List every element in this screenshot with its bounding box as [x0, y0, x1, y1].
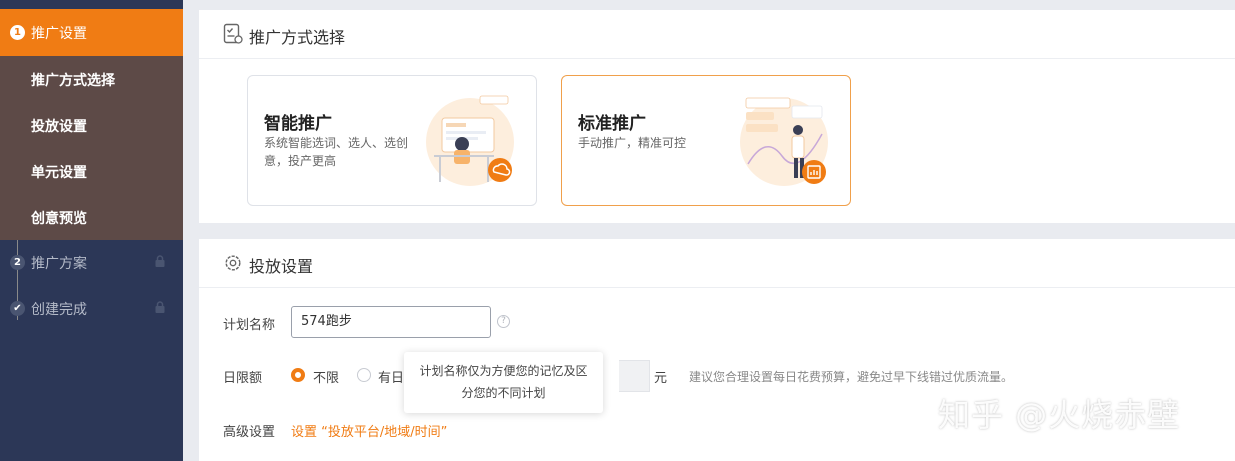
budget-hint: 建议您合理设置每日花费预算，避免过早下线错过优质流量。 — [689, 370, 1014, 384]
sidebar-top — [0, 0, 183, 9]
card-title: 推广方式选择 — [249, 28, 346, 47]
watermark: 知乎 @火烧赤壁 — [938, 396, 1181, 434]
sub-item-promo-method[interactable]: 推广方式选择 — [31, 70, 115, 90]
plan-name-tooltip: 计划名称仅为方便您的记忆及区分您的不同计划 — [404, 352, 603, 413]
step-label: 推广设置 — [31, 26, 87, 42]
plan-name-input[interactable]: 574跑步 — [291, 306, 491, 338]
daily-budget-input[interactable] — [619, 360, 650, 392]
sidebar: 1 推广设置 推广方式选择 投放设置 单元设置 创意预览 2 推广方案 ✔ 创建… — [0, 0, 183, 461]
lock-icon — [155, 255, 165, 267]
currency-unit: 元 — [654, 371, 668, 386]
option-standard-promo[interactable]: 标准推广 手动推广，精准可控 — [561, 75, 851, 206]
radio-daily-budget[interactable] — [357, 368, 371, 382]
advanced-settings-label: 高级设置 — [223, 425, 276, 440]
help-icon[interactable]: ? — [497, 315, 510, 328]
step-complete[interactable]: ✔ 创建完成 — [0, 286, 183, 332]
standard-promo-illustration — [740, 97, 828, 186]
smart-promo-illustration — [426, 95, 514, 186]
step-sub-menu: 推广方式选择 投放设置 单元设置 创意预览 — [0, 56, 183, 240]
radio-unlimited[interactable] — [291, 368, 305, 382]
card-header: 投放设置 — [199, 239, 1235, 288]
option-title: 标准推广 — [578, 114, 646, 134]
daily-limit-label: 日限额 — [223, 371, 263, 386]
promo-method-card: 推广方式选择 智能推广 系统智能选词、选人、选创意，投产更高 标准推广 手动推广… — [199, 10, 1235, 223]
step-label: 创建完成 — [31, 302, 87, 318]
lock-icon — [155, 301, 165, 313]
checklist-icon — [223, 23, 243, 44]
radio-unlimited-label[interactable]: 不限 — [313, 367, 339, 386]
option-desc: 系统智能选词、选人、选创意，投产更高 — [264, 136, 409, 168]
sub-item-delivery[interactable]: 投放设置 — [31, 116, 87, 136]
gear-icon — [225, 255, 241, 271]
step-promo-settings[interactable]: 1 推广设置 — [0, 9, 183, 56]
option-desc: 手动推广，精准可控 — [578, 136, 687, 150]
check-icon: ✔ — [10, 301, 25, 316]
step-number-badge: 2 — [10, 255, 25, 270]
sub-item-creative-preview[interactable]: 创意预览 — [31, 208, 87, 228]
step-promo-plan[interactable]: 2 推广方案 — [0, 240, 183, 286]
step-label: 推广方案 — [31, 256, 87, 272]
option-smart-promo[interactable]: 智能推广 系统智能选词、选人、选创意，投产更高 — [247, 75, 537, 206]
plan-name-label: 计划名称 — [223, 318, 276, 333]
advanced-settings-link[interactable]: 设置 “投放平台/地域/时间” — [291, 421, 447, 440]
step-number-badge: 1 — [10, 25, 25, 40]
radio-daily-budget-label[interactable]: 有日 — [378, 367, 404, 386]
card-header: 推广方式选择 — [199, 10, 1235, 59]
sub-item-unit[interactable]: 单元设置 — [31, 162, 87, 182]
top-band — [183, 0, 1235, 9]
card-title: 投放设置 — [249, 257, 314, 276]
option-title: 智能推广 — [264, 114, 332, 134]
